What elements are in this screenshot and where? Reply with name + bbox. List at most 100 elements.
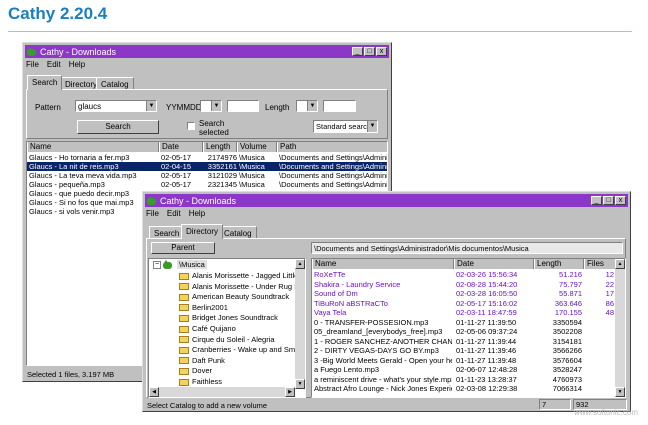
tree-vscrollbar[interactable]: ▲ ▼: [295, 259, 305, 389]
cell-volume: \Musica: [239, 171, 265, 180]
cell-date: 02-03-11 18:47:59: [456, 308, 517, 317]
scroll-up-button[interactable]: ▲: [295, 259, 305, 269]
table-row[interactable]: Glaucs - La nit de reis.mp3 02-04-15 33521…: [27, 162, 387, 171]
scroll-right-button[interactable]: ▶: [285, 387, 295, 397]
date-op-select[interactable]: ▼: [200, 100, 222, 112]
chevron-down-icon[interactable]: ▼: [211, 101, 221, 111]
cell-name: 0 - TRANSFER-POSSESION.mp3: [314, 317, 429, 327]
tree-item-label: Café Quijano: [192, 324, 236, 333]
title-bar[interactable]: Cathy - Downloads _ □ x: [145, 194, 628, 207]
list-item[interactable]: 1 - ROGER SANCHEZ-ANOTHER CHANC... 01-11-…: [312, 337, 617, 346]
title-bar[interactable]: Cathy - Downloads _ □ x: [25, 45, 389, 58]
cell-length: 2174976: [207, 153, 237, 162]
cell-length: 75.797: [559, 279, 582, 289]
table-row[interactable]: Glaucs - pequeña.mp3 02-05-17 2321345 \Musi…: [27, 180, 387, 189]
list-item[interactable]: 0 - TRANSFER-POSSESION.mp3 01-11-27 11:39…: [312, 318, 617, 327]
cell-path: \Documents and Settings\Administr: [279, 153, 388, 162]
list-item[interactable]: Shakira - Laundry Service 02-08-28 15:44:…: [312, 280, 617, 289]
tree-item-label: American Beauty Soundtrack: [192, 292, 290, 302]
tree-item[interactable]: American Beauty Soundtrack: [179, 292, 289, 302]
list-item[interactable]: RoXeTTe 02-03-26 15:56:34 51.216 12: [312, 270, 617, 279]
table-row[interactable]: Glaucs - La teva meva vida.mp3 02-05-17 31…: [27, 171, 387, 180]
minimize-button[interactable]: _: [352, 47, 363, 56]
search-button[interactable]: Search: [77, 120, 159, 134]
cell-length: 3121029: [207, 171, 237, 180]
list-item[interactable]: 05_dreamland_[everybodys_free].mp3 02-05-…: [312, 327, 617, 336]
tab-directory[interactable]: Directory: [181, 224, 224, 239]
col-path[interactable]: Path: [277, 142, 387, 152]
menu-edit[interactable]: Edit: [167, 209, 181, 218]
col-length[interactable]: Length: [203, 142, 237, 152]
tree-item[interactable]: Cranberries - Wake up and Smell the: [179, 345, 305, 355]
list-item[interactable]: 2 - DIRTY VEGAS-DAYS GO BY.mp3 01-11-27 1…: [312, 346, 617, 355]
chevron-down-icon[interactable]: ▼: [307, 101, 317, 111]
path-field[interactable]: \Documents and Settings\Administrador\Mi…: [311, 242, 623, 254]
list-item[interactable]: 3 -Big World Meets Gerald - Open your he…: [312, 356, 617, 365]
tree-hscrollbar[interactable]: ◀ ▶: [149, 387, 295, 397]
tree-root[interactable]: \Musica: [177, 260, 207, 269]
cell-name: Glaucs - pequeña.mp3: [29, 180, 105, 189]
list-item[interactable]: TiBuRoN aBSTRaCTo 02-05-17 15:16:02 363.64…: [312, 299, 617, 308]
list-item[interactable]: Vaya Tela 02-03-11 18:47:59 170.155 48: [312, 308, 617, 317]
tree-item-label: Bridget Jones Soundtrack: [192, 313, 278, 323]
col-date[interactable]: Date: [454, 259, 534, 269]
title-divider: [8, 31, 632, 32]
file-list[interactable]: Name Date Length Files RoXeTTe 02-03-26 1…: [311, 258, 626, 398]
folder-tree[interactable]: − \Musica Alanis Morissette - Jagged Lit…: [148, 258, 306, 398]
search-selected-checkbox[interactable]: [187, 122, 195, 130]
scroll-down-button[interactable]: ▼: [615, 387, 625, 397]
tree-item[interactable]: Café Quijano: [179, 324, 236, 334]
tree-item[interactable]: Bridget Jones Soundtrack: [179, 313, 278, 323]
list-item[interactable]: Abstract Afro Lounge - Nick Jones Experi…: [312, 384, 617, 393]
col-date[interactable]: Date: [159, 142, 203, 152]
cell-name: Vaya Tela: [314, 308, 347, 317]
tree-item-label: Dover: [192, 366, 213, 376]
length-op-select[interactable]: ▼: [296, 100, 318, 112]
parent-button[interactable]: Parent: [151, 242, 215, 254]
list-item[interactable]: a reminiscent drive - what's your style.…: [312, 375, 617, 384]
cell-date: 02-05-17 15:16:02: [456, 298, 518, 308]
menu-file[interactable]: File: [146, 209, 159, 218]
col-length[interactable]: Length: [534, 259, 584, 269]
menu-file[interactable]: File: [26, 60, 39, 69]
table-row[interactable]: Glaucs - Ho tornaria a fer.mp3 02-05-17 21…: [27, 153, 388, 162]
tree-item[interactable]: Cirque du Soleil - Alegria: [179, 335, 275, 345]
tree-item[interactable]: Berlin2001: [179, 303, 228, 313]
maximize-button[interactable]: □: [603, 196, 614, 205]
collapse-toggle[interactable]: −: [153, 261, 161, 269]
tree-item[interactable]: Alanis Morissette - Under Rug Swept: [179, 282, 305, 292]
chevron-down-icon[interactable]: ▼: [146, 101, 156, 111]
scroll-left-button[interactable]: ◀: [149, 387, 159, 397]
tree-item[interactable]: Dover: [179, 366, 212, 376]
list-item[interactable]: a Fuego Lento.mp3 02-06-07 12:48:28 352824…: [312, 365, 617, 374]
watermark: www.softonic.com: [573, 408, 638, 417]
menu-help[interactable]: Help: [69, 60, 85, 69]
cell-length: 4760973: [552, 374, 582, 384]
tree-item[interactable]: Faithless: [179, 377, 222, 387]
col-name[interactable]: Name: [27, 142, 159, 152]
menu-help[interactable]: Help: [189, 209, 205, 218]
col-volume[interactable]: Volume: [237, 142, 277, 152]
minimize-button[interactable]: _: [591, 196, 602, 205]
menu-edit[interactable]: Edit: [47, 60, 61, 69]
close-button[interactable]: x: [615, 196, 626, 205]
chevron-down-icon[interactable]: ▼: [367, 121, 377, 132]
cell-length: 170.155: [554, 308, 582, 317]
cell-files: 22: [605, 279, 614, 289]
scroll-down-button[interactable]: ▼: [295, 379, 305, 389]
length-input[interactable]: [323, 100, 356, 112]
cell-files: 48: [605, 308, 614, 317]
scroll-up-button[interactable]: ▲: [615, 259, 625, 269]
tree-item[interactable]: Daft Punk: [179, 356, 225, 366]
search-mode-select[interactable]: Standard search ▼: [313, 120, 378, 133]
col-files[interactable]: Files: [584, 259, 616, 269]
tree-item[interactable]: Alanis Morissette - Jagged Little Pill: [179, 271, 305, 281]
date-input[interactable]: [227, 100, 259, 112]
col-name[interactable]: Name: [312, 259, 454, 269]
maximize-button[interactable]: □: [364, 47, 375, 56]
list-item[interactable]: Sound of Dm 02-03-28 16:05:50 55.871 17: [312, 289, 617, 298]
tab-search[interactable]: Search: [27, 75, 63, 90]
list-vscrollbar[interactable]: ▲ ▼: [615, 259, 625, 397]
close-button[interactable]: x: [376, 47, 387, 56]
pattern-input[interactable]: glaucs ▼: [75, 100, 157, 112]
